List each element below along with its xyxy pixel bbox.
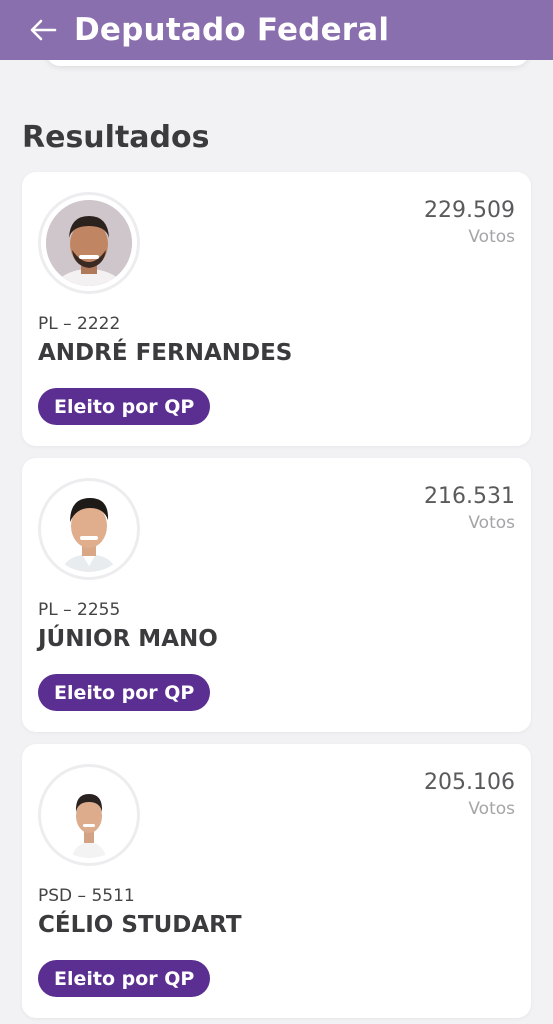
app-header: Deputado Federal [0,0,553,60]
votes-label: Votos [468,799,515,819]
candidate-photo [46,772,132,858]
votes-count: 216.531 [424,484,515,509]
page-title: Deputado Federal [74,12,390,48]
votes-count: 229.509 [424,198,515,223]
votes-label: Votos [468,513,515,533]
candidate-name: JÚNIOR MANO [38,626,218,652]
candidate-card[interactable]: 216.531 Votos PL – 2255 JÚNIOR MANO Elei… [22,458,531,732]
votes-block: 205.106 Votos [424,770,515,819]
party-number: PSD – 5511 [38,886,135,906]
section-title: Resultados [22,120,210,155]
party-number: PL – 2255 [38,600,121,620]
candidate-photo [46,200,132,286]
candidate-card[interactable]: 229.509 Votos PL – 2222 ANDRÉ FERNANDES … [22,172,531,446]
votes-label: Votos [468,227,515,247]
arrow-left-icon [30,19,57,41]
avatar-frame [38,192,140,294]
avatar-frame [38,764,140,866]
status-badge[interactable]: Eleito por QP [38,388,211,425]
votes-block: 216.531 Votos [424,484,515,533]
votes-count: 205.106 [424,770,515,795]
candidate-name: CÉLIO STUDART [38,912,242,938]
status-badge[interactable]: Eleito por QP [38,674,211,711]
party-number: PL – 2222 [38,314,121,334]
avatar-frame [38,478,140,580]
status-badge[interactable]: Eleito por QP [38,960,211,997]
candidate-name: ANDRÉ FERNANDES [38,340,293,366]
candidate-card[interactable]: 205.106 Votos PSD – 5511 CÉLIO STUDART E… [22,744,531,1018]
back-button[interactable] [20,7,66,53]
votes-block: 229.509 Votos [424,198,515,247]
candidate-photo [46,486,132,572]
